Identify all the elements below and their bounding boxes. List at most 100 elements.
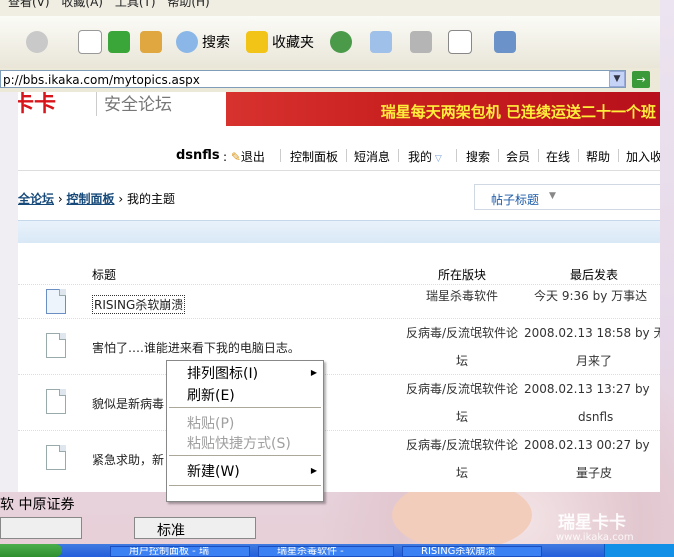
ime-status-bar[interactable]: 标准 [134, 517, 256, 539]
divider [456, 149, 457, 162]
document-icon [46, 333, 66, 358]
refresh-button[interactable] [108, 28, 134, 56]
nav-control-panel[interactable]: 控制面板 [290, 148, 338, 165]
breadcrumb-separator: › [118, 192, 127, 206]
messenger-icon [494, 31, 516, 53]
last-post-by: by [634, 382, 650, 396]
menu-separator [169, 407, 321, 408]
menu-item-new[interactable]: 新建(W) [187, 461, 240, 481]
window-edge [0, 92, 18, 492]
last-post-author[interactable]: 量子皮 [524, 466, 612, 480]
section-header-bar [18, 220, 660, 243]
topic-title-link[interactable]: RISING杀软崩溃 [92, 295, 186, 314]
divider [498, 149, 499, 162]
context-menu: 排列图标(I) ▶ 刷新(E) 粘贴(P) 粘贴快捷方式(S) 新建(W) ▶ [166, 360, 324, 502]
nav-search[interactable]: 搜索 [466, 148, 490, 165]
address-input[interactable]: p://bbs.ikaka.com/mytopics.aspx [0, 70, 626, 88]
banner-text: 瑞星每天两架包机 已连续运送二十一个班 [380, 103, 656, 121]
word-icon [448, 30, 472, 54]
topic-forum-link[interactable]: 反病毒/反流氓软件论坛 [406, 431, 526, 487]
logout-link[interactable]: : ✎退出 [223, 148, 265, 165]
menu-item-refresh[interactable]: 刷新(E) [187, 385, 235, 405]
address-dropdown-button[interactable]: ▼ [609, 71, 625, 87]
nav-join[interactable]: 加入收 [626, 148, 660, 165]
forward-button[interactable] [26, 28, 52, 56]
divider [618, 149, 619, 162]
mail-button[interactable] [370, 28, 396, 56]
taskbar-item[interactable]: 用户控制面板 - 瑞 [110, 546, 250, 557]
forum-line: 反病毒/反流氓软件论 [406, 382, 519, 396]
topic-forum-link[interactable]: 瑞星杀毒软件 [426, 282, 546, 310]
table-row: 貌似是新病毒 反病毒/反流氓软件论坛 2008.02.13 13:27 by ds… [18, 374, 660, 431]
last-post-date: 今天 9:36 [534, 289, 589, 303]
topic-filter-select[interactable]: 帖子标题 ▼ [474, 184, 660, 210]
topic-forum-link[interactable]: 反病毒/反流氓软件论坛 [406, 375, 526, 431]
menu-item[interactable]: 工具(T) [115, 0, 156, 10]
document-icon [46, 389, 66, 414]
menu-item[interactable]: 收藏(A) [61, 0, 103, 10]
logo-mark: 卡卡 [18, 92, 57, 117]
start-button[interactable] [0, 544, 62, 557]
menu-item-arrange-icons[interactable]: 排列图标(I) [187, 363, 258, 383]
last-post-by: by [634, 438, 650, 452]
last-post-author[interactable]: dsnfls [524, 410, 613, 424]
last-post-date: 2008.02.13 18:58 [524, 326, 632, 340]
nav-divider [18, 170, 660, 171]
nav-mine-label: 我的 [408, 150, 433, 164]
watermark-url: www.ikaka.com [556, 532, 634, 543]
topic-last-post: 今天 9:36 by 万事达 [534, 282, 660, 310]
messenger-button[interactable] [494, 28, 520, 56]
topic-title-link[interactable]: 害怕了….谁能进来看下我的电脑日志。 [92, 339, 300, 356]
search-button[interactable]: 搜索 [176, 28, 230, 56]
forum-line: 坛 [456, 466, 469, 480]
topic-title-link[interactable]: 貌似是新病毒 [92, 395, 164, 412]
print-button[interactable] [410, 28, 436, 56]
history-button[interactable] [330, 28, 356, 56]
nav-help[interactable]: 帮助 [586, 148, 610, 165]
breadcrumb-forum[interactable]: 全论坛 [18, 192, 54, 206]
site-logo[interactable]: 卡卡 安全论坛 [18, 92, 218, 126]
taskbar-item[interactable]: 瑞星杀毒软件 - [258, 546, 394, 557]
breadcrumb-control-panel[interactable]: 控制面板 [66, 192, 114, 206]
nav-messages[interactable]: 短消息 [354, 148, 390, 165]
search-icon [176, 31, 198, 53]
forum-line: 坛 [456, 410, 469, 424]
taskbar-item[interactable]: RISING杀软崩溃 [402, 546, 542, 557]
menu-item[interactable]: 查看(V) [8, 0, 50, 10]
mail-icon [370, 31, 392, 53]
divider [538, 149, 539, 162]
ime-toolbar[interactable] [0, 517, 82, 539]
stop-button[interactable] [78, 28, 106, 56]
desktop-icon-label[interactable]: 软 中原证券 [0, 494, 74, 514]
last-post-author[interactable]: 无 [653, 326, 660, 340]
forward-icon [26, 31, 48, 53]
go-button[interactable]: → [632, 71, 650, 88]
edit-button[interactable] [448, 28, 476, 56]
forum-line: 坛 [456, 354, 469, 368]
document-icon [46, 289, 66, 314]
top-nav: dsnfls : ✎退出 控制面板 短消息 我的 ▽ 搜索 会员 在线 帮助 加… [18, 144, 660, 166]
topic-forum-link[interactable]: 反病毒/反流氓软件论坛 [406, 319, 526, 375]
last-post-by: by [634, 326, 650, 340]
nav-online[interactable]: 在线 [546, 148, 570, 165]
chevron-down-icon: ▼ [549, 191, 556, 201]
divider [346, 149, 347, 162]
divider [578, 149, 579, 162]
ad-banner[interactable]: 瑞星每天两架包机 已连续运送二十一个班 [226, 92, 660, 126]
nav-mine[interactable]: 我的 ▽ [408, 148, 442, 165]
search-label: 搜索 [202, 35, 230, 51]
topic-last-post: 2008.02.13 18:58 by 无月来了 [524, 319, 660, 375]
last-post-author[interactable]: 万事达 [611, 289, 647, 303]
favorites-button[interactable]: 收藏夹 [246, 28, 314, 56]
username[interactable]: dsnfls [176, 148, 220, 163]
nav-members[interactable]: 会员 [506, 148, 530, 165]
breadcrumb: 全论坛 › 控制面板 › 我的主题 [18, 190, 175, 207]
star-icon [246, 31, 268, 53]
last-post-author[interactable]: 月来了 [524, 354, 612, 368]
menu-separator [169, 455, 321, 456]
menu-item[interactable]: 帮助(H) [167, 0, 209, 10]
system-tray [604, 544, 674, 557]
topic-title-link[interactable]: 紧急求助，新 [92, 451, 164, 468]
last-post-date: 2008.02.13 00:27 [524, 438, 632, 452]
home-button[interactable] [140, 28, 166, 56]
